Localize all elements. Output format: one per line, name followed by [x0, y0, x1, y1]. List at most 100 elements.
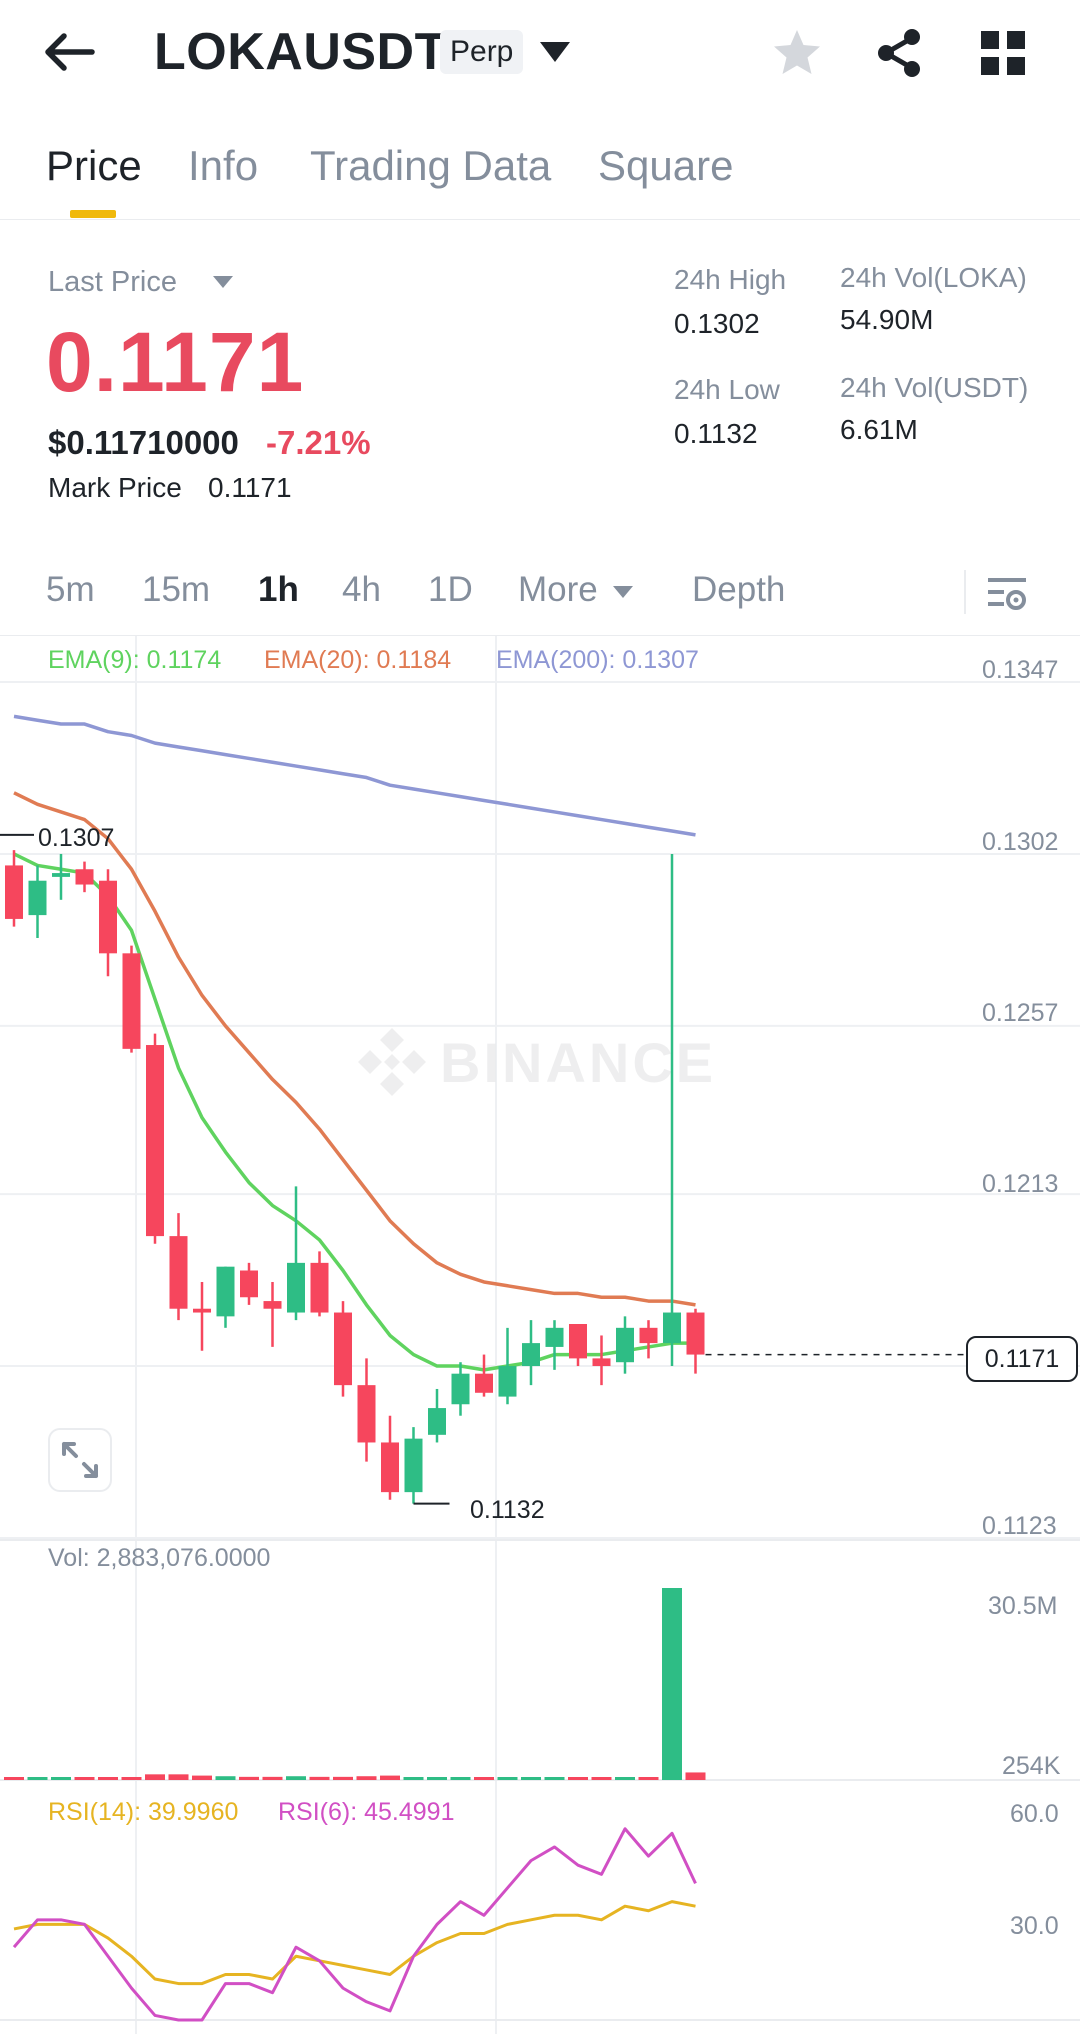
vol-base-24h-value: 54.90M — [840, 304, 934, 335]
volume-bar — [662, 1588, 682, 1780]
interval-more[interactable]: More — [518, 570, 598, 610]
candle-body — [686, 1312, 705, 1355]
candle-body — [122, 953, 141, 1049]
volume-bar — [497, 1777, 518, 1780]
volume-bar — [427, 1777, 447, 1780]
last-price: 0.1171 — [46, 315, 305, 409]
candle-body — [169, 1236, 188, 1309]
candle-body — [263, 1301, 282, 1309]
volume-bar — [98, 1777, 118, 1780]
candle-body — [569, 1324, 587, 1359]
volume-bar — [215, 1776, 236, 1780]
grid-icon[interactable] — [978, 28, 1028, 78]
candle-body — [310, 1262, 329, 1313]
interval-5m[interactable]: 5m — [46, 570, 95, 610]
volume-bar — [145, 1774, 165, 1780]
candle-body — [52, 873, 70, 877]
rsi-axis-label: 30.0 — [1010, 1912, 1059, 1940]
expand-chart-button[interactable] — [48, 1428, 112, 1492]
candle-body — [663, 1312, 681, 1344]
back-arrow-icon — [45, 33, 95, 71]
volume-bar — [474, 1777, 494, 1780]
volume-bar — [262, 1776, 283, 1780]
interval-1d[interactable]: 1D — [428, 570, 473, 610]
tab-price[interactable]: Price — [46, 142, 142, 190]
chevron-down-icon[interactable] — [538, 38, 572, 66]
volume-bar — [685, 1772, 706, 1780]
candle-body — [99, 880, 117, 954]
candle-body — [5, 865, 23, 919]
candle-body — [616, 1327, 634, 1363]
volume-axis-label: 254K — [1002, 1752, 1061, 1780]
volume-bar — [192, 1775, 212, 1780]
active-tab-indicator — [70, 210, 116, 218]
volume-bar — [638, 1777, 659, 1780]
candle-body — [639, 1327, 658, 1344]
tab-square[interactable]: Square — [598, 142, 733, 190]
volume-axis-label: 30.5M — [988, 1592, 1058, 1620]
price-axis-label: 0.1302 — [982, 828, 1059, 856]
volume-bar — [239, 1776, 259, 1780]
symbol-title[interactable]: LOKAUSDT — [154, 22, 447, 82]
low-24h-value: 0.1132 — [674, 418, 758, 449]
candle-body — [357, 1385, 376, 1443]
tab-trading-data[interactable]: Trading Data — [310, 142, 551, 190]
candle-body — [334, 1312, 352, 1386]
candle-body — [216, 1266, 235, 1317]
candle-body — [146, 1045, 164, 1237]
chart-settings-icon[interactable] — [984, 572, 1030, 618]
candle-body — [28, 880, 47, 916]
high-24h-label: 24h High — [674, 264, 787, 295]
rsi6-legend: RSI(6): 45.4991 — [278, 1798, 455, 1826]
volume-bar — [615, 1777, 635, 1780]
interval-bar: 5m 15m 1h 4h 1D More Depth — [0, 560, 1080, 636]
volume-bar — [544, 1777, 565, 1780]
rsi14-line — [13, 1900, 696, 1986]
current-price-tag: 0.1171 — [966, 1336, 1078, 1382]
tab-info[interactable]: Info — [188, 142, 258, 190]
volume-bar — [121, 1777, 142, 1780]
candle-body — [522, 1343, 540, 1367]
interval-15m[interactable]: 15m — [142, 570, 210, 610]
volume-bar — [4, 1777, 24, 1780]
last-price-label[interactable]: Last Price — [48, 266, 177, 299]
share-icon[interactable] — [872, 26, 926, 80]
candle-body — [592, 1358, 611, 1367]
rsi6-line — [12, 1827, 697, 2022]
candle-body — [240, 1270, 258, 1298]
ema20-legend: EMA(20): 0.1184 — [264, 646, 452, 674]
candle-body — [193, 1308, 211, 1313]
min-price-marker: 0.1132 — [470, 1496, 545, 1524]
ema9-legend: EMA(9): 0.1174 — [48, 646, 222, 674]
expand-icon — [62, 1442, 98, 1478]
mark-price-label: Mark Price — [48, 472, 182, 503]
vol-quote-24h-label: 24h Vol(USDT) — [840, 372, 1029, 403]
ema200-line — [13, 714, 696, 837]
depth-tab[interactable]: Depth — [692, 570, 785, 610]
star-icon[interactable] — [770, 26, 824, 80]
candle-body — [545, 1327, 564, 1347]
vol-base-24h-label: 24h Vol(LOKA) — [840, 262, 1027, 293]
ema200-legend: EMA(200): 0.1307 — [496, 646, 699, 674]
rsi-axis-label: 60.0 — [1010, 1800, 1059, 1828]
back-button[interactable] — [44, 26, 104, 78]
rsi14-legend: RSI(14): 39.9960 — [48, 1798, 239, 1826]
candle-body — [451, 1373, 470, 1405]
more-dropdown-icon[interactable] — [612, 584, 634, 600]
candle-body — [428, 1408, 446, 1435]
binance-logo-icon — [358, 1028, 426, 1096]
candle-body — [287, 1262, 305, 1313]
volume-bar — [356, 1776, 377, 1780]
volume-bar — [568, 1777, 588, 1780]
interval-4h[interactable]: 4h — [342, 570, 381, 610]
interval-1h[interactable]: 1h — [258, 570, 299, 610]
candle-body — [404, 1438, 423, 1493]
price-change-percent: -7.21% — [266, 424, 371, 461]
price-axis-label: 0.1257 — [982, 999, 1059, 1027]
page-tabs: Price Info Trading Data Square — [0, 130, 1080, 220]
volume-bar — [51, 1777, 71, 1780]
volume-bar — [286, 1776, 306, 1780]
volume-bar — [591, 1777, 612, 1780]
volume-label: Vol: 2,883,076.0000 — [48, 1544, 271, 1572]
last-price-dropdown-icon[interactable] — [212, 274, 234, 290]
